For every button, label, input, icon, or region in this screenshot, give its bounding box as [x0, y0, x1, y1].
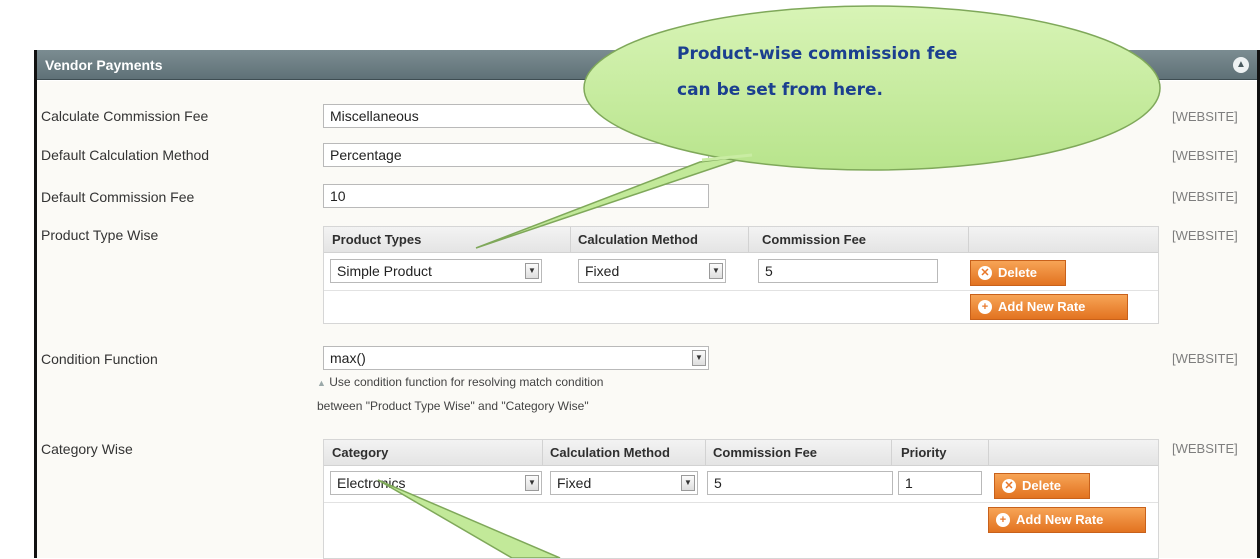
- delete-button-label: Delete: [998, 265, 1038, 280]
- product-type-wise-label: Product Type Wise: [41, 227, 159, 243]
- column-header: Commission Fee: [762, 232, 867, 247]
- category-wise-grid: Category Calculation Method Commission F…: [323, 439, 1159, 559]
- add-new-rate-label: Add New Rate: [998, 299, 1086, 314]
- default-calculation-method-value: Percentage: [330, 147, 402, 163]
- default-calculation-method-select[interactable]: Percentage: [323, 143, 709, 167]
- close-icon: ✕: [1002, 479, 1016, 493]
- calculate-commission-fee-value: Miscellaneous: [330, 108, 419, 124]
- grid-header: Category Calculation Method Commission F…: [324, 440, 1158, 466]
- column-header: Product Types: [332, 232, 422, 247]
- default-commission-fee-value: 10: [330, 188, 346, 204]
- plus-icon: +: [996, 513, 1010, 527]
- default-calculation-method-label: Default Calculation Method: [41, 147, 210, 163]
- close-icon: ✕: [978, 266, 992, 280]
- commission-fee-value: 5: [765, 263, 773, 279]
- callout-line-2: can be set from here.: [677, 80, 883, 100]
- product-type-wise-grid: Product Types Calculation Method Commiss…: [323, 226, 1159, 324]
- delete-button[interactable]: ✕ Delete: [970, 260, 1066, 286]
- chevron-down-icon[interactable]: ▼: [709, 263, 723, 279]
- calculation-method-select[interactable]: Fixed ▼: [578, 259, 726, 283]
- commission-fee-input[interactable]: 5: [707, 471, 893, 495]
- calculation-method-value: Fixed: [557, 475, 592, 491]
- add-new-rate-button[interactable]: + Add New Rate: [988, 507, 1146, 533]
- delete-button-label: Delete: [1022, 478, 1062, 493]
- scope-label: [WEBSITE]: [1172, 148, 1238, 163]
- product-type-value: Simple Product: [337, 263, 432, 279]
- condition-function-label: Condition Function: [41, 351, 158, 367]
- calculation-method-select[interactable]: Fixed ▼: [550, 471, 698, 495]
- commission-fee-input[interactable]: 5: [758, 259, 938, 283]
- default-commission-fee-input[interactable]: 10: [323, 184, 709, 208]
- scope-label: [WEBSITE]: [1172, 351, 1238, 366]
- panel-title: Vendor Payments: [45, 57, 163, 73]
- panel-header[interactable]: Vendor Payments ▲: [37, 50, 1257, 80]
- category-wise-label: Category Wise: [41, 441, 133, 457]
- panel-content: Calculate Commission Fee Miscellaneous […: [37, 81, 1257, 559]
- column-header: Category: [332, 445, 389, 460]
- product-type-select[interactable]: Simple Product ▼: [330, 259, 542, 283]
- scope-label: [WEBSITE]: [1172, 109, 1238, 124]
- scope-label: [WEBSITE]: [1172, 228, 1238, 243]
- callout-line-1: Product-wise commission fee: [677, 44, 958, 64]
- column-header: Calculation Method: [578, 232, 698, 247]
- chevron-down-icon[interactable]: ▼: [525, 475, 539, 491]
- priority-value: 1: [905, 475, 913, 491]
- note-line: Use condition function for resolving mat…: [329, 375, 604, 389]
- commission-fee-value: 5: [714, 475, 722, 491]
- column-header: Priority: [901, 445, 947, 460]
- condition-function-select[interactable]: max() ▼: [323, 346, 709, 370]
- priority-input[interactable]: 1: [898, 471, 982, 495]
- calculate-commission-fee-select[interactable]: Miscellaneous: [323, 104, 709, 128]
- chevron-up-icon[interactable]: ▲: [1233, 57, 1249, 73]
- condition-function-note: between "Product Type Wise" and "Categor…: [317, 399, 589, 413]
- plus-icon: +: [978, 300, 992, 314]
- category-value: Electronics: [337, 475, 406, 491]
- default-commission-fee-label: Default Commission Fee: [41, 189, 195, 205]
- scope-label: [WEBSITE]: [1172, 189, 1238, 204]
- condition-function-note: ▲ Use condition function for resolving m…: [317, 375, 603, 389]
- category-select[interactable]: Electronics ▼: [330, 471, 542, 495]
- chevron-down-icon[interactable]: ▼: [681, 475, 695, 491]
- grid-header: Product Types Calculation Method Commiss…: [324, 227, 1158, 253]
- vendor-payments-panel: Vendor Payments ▲ Calculate Commission F…: [34, 50, 1260, 559]
- add-new-rate-label: Add New Rate: [1016, 512, 1104, 527]
- calculation-method-value: Fixed: [585, 263, 620, 279]
- chevron-down-icon[interactable]: ▼: [525, 263, 539, 279]
- scope-label: [WEBSITE]: [1172, 441, 1238, 456]
- triangle-icon: ▲: [317, 378, 326, 388]
- condition-function-value: max(): [330, 350, 366, 366]
- column-header: Commission Fee: [713, 445, 818, 460]
- column-header: Calculation Method: [550, 445, 670, 460]
- add-new-rate-button[interactable]: + Add New Rate: [970, 294, 1128, 320]
- calculate-commission-fee-label: Calculate Commission Fee: [41, 108, 209, 124]
- chevron-down-icon[interactable]: ▼: [692, 350, 706, 366]
- delete-button[interactable]: ✕ Delete: [994, 473, 1090, 499]
